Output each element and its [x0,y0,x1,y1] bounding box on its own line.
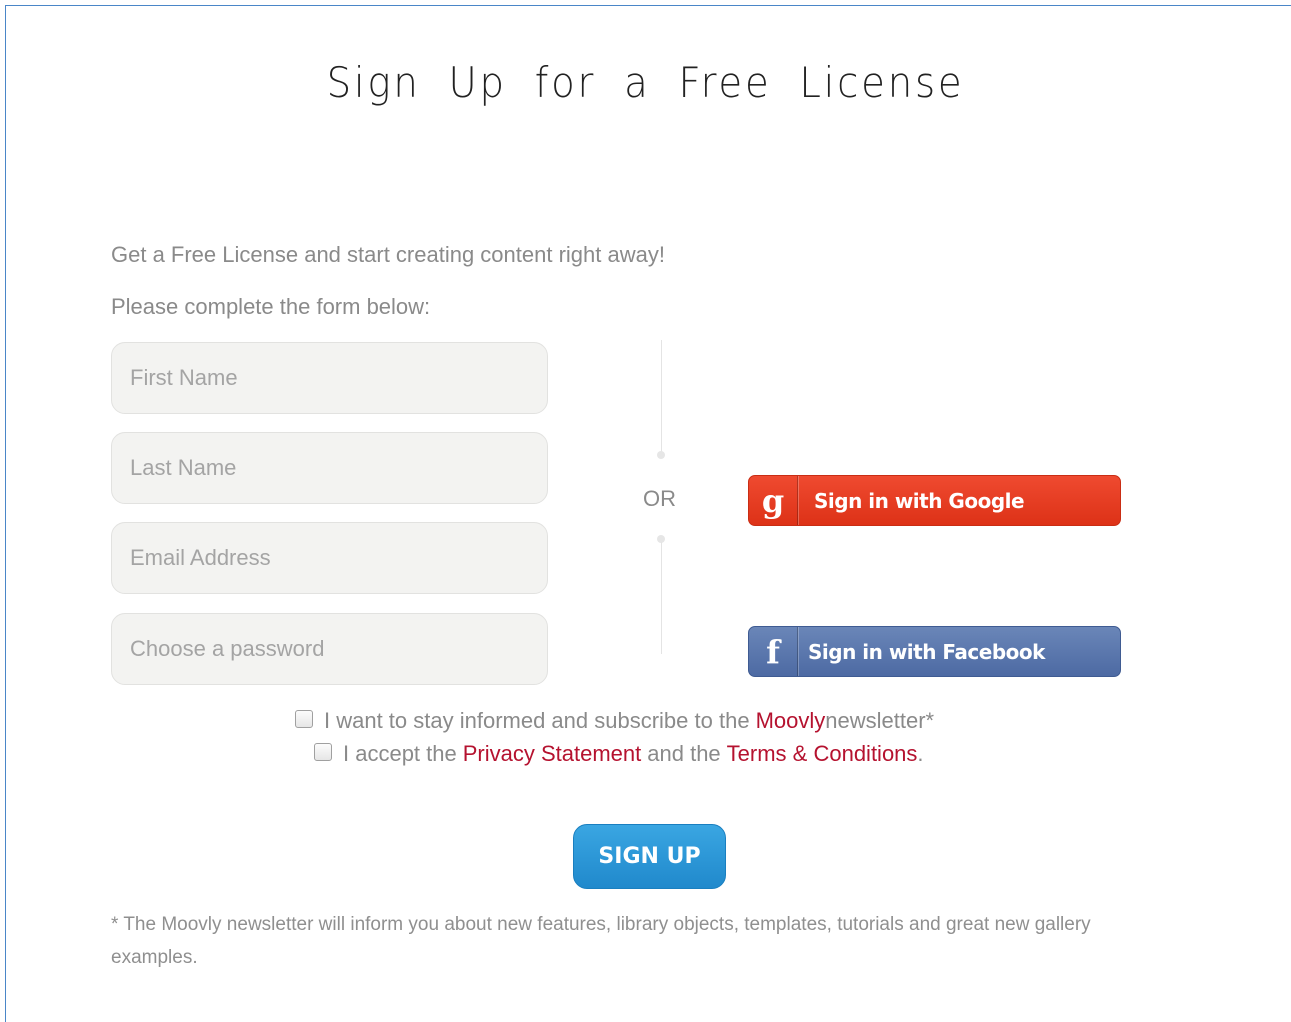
newsletter-footnote: * The Moovly newsletter will inform you … [111,914,1091,968]
divider-line-bottom [661,542,662,654]
newsletter-consent-row: I want to stay informed and subscribe to… [295,708,934,734]
password-input[interactable] [111,613,548,685]
first-name-input[interactable] [111,342,548,414]
terms-text-suffix: . [917,741,924,766]
or-divider-label: OR [643,486,676,511]
terms-checkbox[interactable] [314,743,332,761]
google-signin-button[interactable]: g Sign in with Google [748,475,1121,526]
newsletter-checkbox[interactable] [295,710,313,728]
google-icon: g [749,476,798,525]
newsletter-brand: Moovly [755,708,826,733]
form-instructions: Please complete the form below: [111,294,431,319]
divider-line-top [661,340,662,452]
terms-consent-row: I accept the Privacy Statement and the T… [314,741,924,767]
divider-dot-top [657,451,665,459]
terms-conditions-link[interactable]: Terms & Conditions [727,741,918,767]
google-signin-label: Sign in with Google [814,488,1025,513]
last-name-input[interactable] [111,432,548,504]
page-title: Sign Up for a Free License [326,58,965,107]
newsletter-text-suffix: newsletter* [825,708,935,733]
terms-text-prefix: I accept the [343,741,457,766]
facebook-signin-label: Sign in with Facebook [808,639,1045,664]
newsletter-text-prefix: I want to stay informed and subscribe to… [324,708,750,733]
facebook-signin-button[interactable]: f Sign in with Facebook [748,626,1121,677]
email-input[interactable] [111,522,548,594]
privacy-statement-link[interactable]: Privacy Statement [463,741,642,767]
sign-up-button[interactable]: SIGN UP [573,824,726,889]
terms-text-middle: and the [647,741,721,766]
intro-text: Get a Free License and start creating co… [111,242,665,267]
facebook-icon: f [749,627,798,676]
